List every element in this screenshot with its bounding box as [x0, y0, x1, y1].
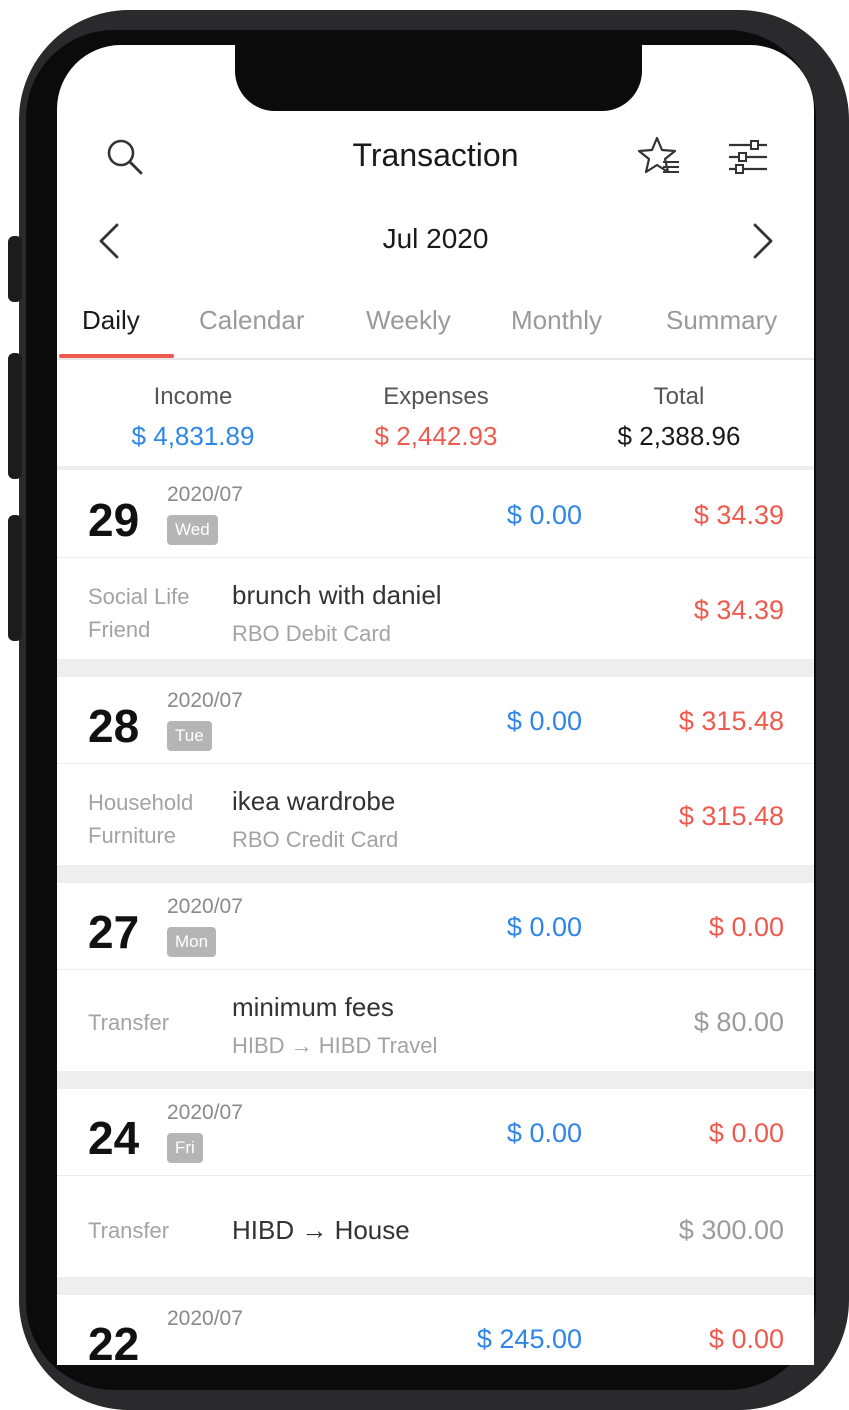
transaction-row[interactable]: Social Life Friend brunch with daniel RB… — [57, 558, 814, 659]
day-expense: $ 315.48 — [678, 706, 784, 736]
income-label: Income — [153, 383, 233, 410]
tab-calendar[interactable]: Calendar — [199, 305, 305, 336]
transaction-row[interactable]: Household Furniture ikea wardrobe RBO Cr… — [57, 764, 814, 865]
day-year-month: 2020/07 — [167, 483, 243, 506]
entry-account: RBO Credit Card — [232, 827, 399, 852]
weekday-badge: Wed — [167, 515, 218, 545]
day-gap — [57, 659, 814, 677]
day-income: $ 0.00 — [506, 1118, 582, 1148]
net-total: $ 2,388.96 — [617, 421, 741, 451]
income-total: $ 4,831.89 — [131, 421, 255, 451]
entry-note: minimum fees — [232, 992, 394, 1022]
day-expense: $ 0.00 — [708, 1324, 784, 1354]
tabs-divider — [57, 358, 814, 360]
day-expense: $ 34.39 — [693, 500, 784, 530]
entry-amount: $ 300.00 — [678, 1215, 784, 1245]
day-income: $ 0.00 — [506, 912, 582, 942]
entry-note: HIBD → House — [232, 1215, 410, 1245]
day-number: 22 — [88, 1318, 140, 1365]
tab-weekly[interactable]: Weekly — [366, 305, 451, 336]
entry-category: Social Life — [88, 584, 190, 609]
day-year-month: 2020/07 — [167, 1307, 243, 1330]
entry-note: brunch with daniel — [232, 580, 442, 610]
weekday-badge: Fri — [167, 1133, 203, 1163]
entry-category: Transfer — [88, 1218, 170, 1243]
day-gap — [57, 865, 814, 883]
sliders-icon[interactable] — [727, 137, 769, 177]
phone-notch — [235, 45, 642, 111]
expenses-total: $ 2,442.93 — [374, 421, 498, 451]
star-list-icon[interactable] — [637, 134, 681, 178]
day-income: $ 0.00 — [506, 706, 582, 736]
transaction-row[interactable]: Transfer minimum fees HIBD → HIBD Travel… — [57, 970, 814, 1071]
day-number: 28 — [88, 700, 140, 752]
total-label: Total — [653, 383, 705, 410]
day-year-month: 2020/07 — [167, 689, 243, 712]
day-number: 29 — [88, 494, 140, 546]
entry-subcategory: Furniture — [88, 823, 177, 848]
entry-amount: $ 34.39 — [693, 595, 784, 625]
day-number: 27 — [88, 906, 140, 958]
entry-account: RBO Debit Card — [232, 621, 391, 646]
entry-account: HIBD → HIBD Travel — [232, 1033, 438, 1058]
mute-switch — [8, 236, 22, 302]
page-title: Transaction — [352, 137, 519, 173]
day-gap — [57, 1277, 814, 1295]
entry-category: Transfer — [88, 1010, 170, 1035]
day-expense: $ 0.00 — [708, 912, 784, 942]
weekday-badge: Tue — [167, 721, 212, 751]
entry-amount: $ 80.00 — [693, 1007, 784, 1037]
entry-amount: $ 315.48 — [678, 801, 784, 831]
day-income: $ 0.00 — [506, 500, 582, 530]
tab-summary[interactable]: Summary — [666, 305, 777, 336]
entry-note: ikea wardrobe — [232, 786, 396, 816]
expenses-label: Expenses — [383, 383, 489, 410]
month-label[interactable]: Jul 2020 — [57, 223, 814, 255]
volume-down-button — [8, 515, 22, 641]
transaction-row[interactable]: Transfer HIBD → House $ 300.00 — [57, 1176, 814, 1277]
day-income: $ 245.00 — [476, 1324, 582, 1354]
weekday-badge: Mon — [167, 927, 217, 957]
chevron-right-icon[interactable] — [751, 222, 775, 260]
volume-up-button — [8, 353, 22, 479]
entry-category: Household — [88, 790, 194, 815]
day-gap — [57, 1071, 814, 1089]
day-expense: $ 0.00 — [708, 1118, 784, 1148]
day-number: 24 — [88, 1112, 140, 1164]
day-year-month: 2020/07 — [167, 895, 243, 918]
entry-subcategory: Friend — [88, 617, 151, 642]
app-screen: Transaction Jul 2020 Daily Calendar Week… — [57, 45, 814, 1365]
summary-divider — [57, 466, 814, 470]
day-year-month: 2020/07 — [167, 1101, 243, 1124]
tab-daily[interactable]: Daily — [82, 305, 140, 336]
tab-monthly[interactable]: Monthly — [511, 305, 602, 336]
